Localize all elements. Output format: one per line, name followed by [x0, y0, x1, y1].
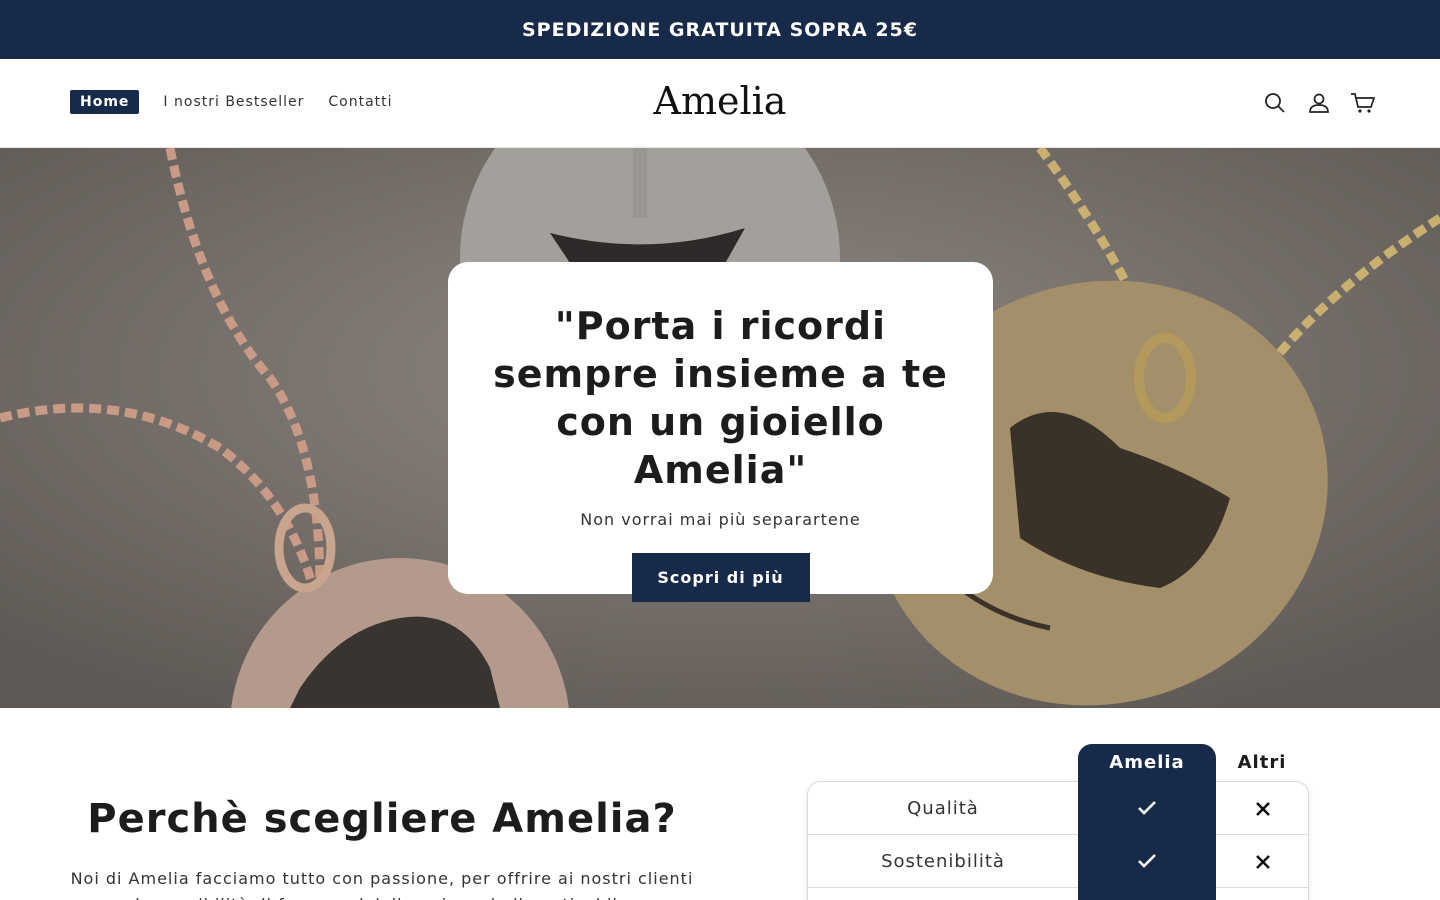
comparison-table: Qualità Sostenibilità Amelia Altri — [807, 744, 1309, 900]
comparison-row-label: Qualità — [907, 798, 979, 819]
cross-icon — [1218, 835, 1308, 888]
amelia-column: Amelia — [1078, 744, 1216, 900]
why-body: Noi di Amelia facciamo tutto con passion… — [70, 869, 694, 900]
nav-home[interactable]: Home — [70, 90, 140, 114]
discover-more-button[interactable]: Scopri di più — [631, 553, 810, 602]
hero-subtitle: Non vorrai mai più separartene — [580, 510, 861, 529]
cart-icon[interactable] — [1350, 90, 1376, 116]
hero-card: "Porta i ricordi sempre insieme a te con… — [448, 262, 993, 602]
account-icon[interactable] — [1306, 90, 1332, 116]
comparison-row: Sostenibilità — [808, 835, 1308, 888]
search-icon[interactable] — [1262, 90, 1288, 116]
check-icon — [1078, 781, 1216, 834]
site-header: Home I nostri Bestseller Contatti Amelia — [0, 59, 1440, 148]
comparison-row-label: Sostenibilità — [881, 851, 1005, 872]
amelia-column-header: Amelia — [1109, 752, 1185, 773]
comparison-table-body: Qualità Sostenibilità — [807, 781, 1309, 900]
why-title: Perchè scegliere Amelia? — [87, 796, 677, 842]
nav-bestseller[interactable]: I nostri Bestseller — [163, 94, 304, 110]
announcement-bar: SPEDIZIONE GRATUITA SOPRA 25€ — [0, 0, 1440, 59]
cross-icon — [1218, 782, 1308, 835]
hero-title: "Porta i ricordi sempre insieme a te con… — [493, 304, 948, 492]
altri-column-header: Altri — [1237, 752, 1287, 773]
nav-contatti[interactable]: Contatti — [328, 94, 392, 110]
main-nav: Home I nostri Bestseller Contatti — [70, 90, 417, 114]
comparison-row: Qualità — [808, 782, 1308, 835]
announcement-text: SPEDIZIONE GRATUITA SOPRA 25€ — [521, 18, 918, 41]
site-logo[interactable]: Amelia — [654, 79, 787, 123]
hero-banner: "Porta i ricordi sempre insieme a te con… — [0, 148, 1440, 708]
check-icon — [1078, 834, 1216, 887]
header-icons — [1244, 90, 1376, 116]
why-section: Perchè scegliere Amelia? Noi di Amelia f… — [0, 708, 1440, 900]
